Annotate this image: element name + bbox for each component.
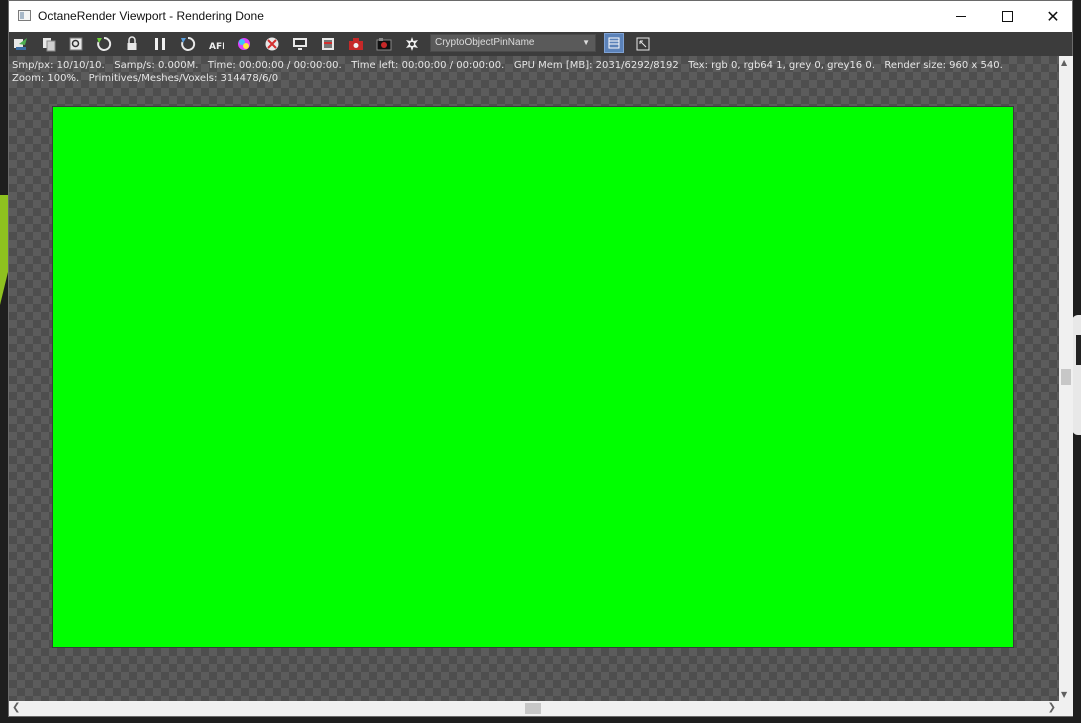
app-window-icon bbox=[18, 10, 31, 21]
stats-line-2: Zoom: 100%. Primitives/Meshes/Voxels: 31… bbox=[12, 72, 279, 84]
camera-icon[interactable] bbox=[348, 36, 364, 52]
render-statistics: Smp/px: 10/10/10. Samp/s: 0.000M. Time: … bbox=[12, 60, 1003, 85]
octane-viewport-window: OctaneRender Viewport - Rendering Done ✕… bbox=[8, 0, 1073, 717]
maximize-button[interactable] bbox=[984, 1, 1030, 32]
render-viewport[interactable]: Smp/px: 10/10/10. Samp/s: 0.000M. Time: … bbox=[9, 56, 1059, 701]
close-button[interactable]: ✕ bbox=[1030, 1, 1076, 32]
color-picker-icon[interactable] bbox=[236, 36, 252, 52]
render-passes-icon bbox=[608, 37, 620, 49]
window-title: OctaneRender Viewport - Rendering Done bbox=[38, 9, 264, 23]
scrollbar-corner bbox=[1059, 701, 1073, 716]
scroll-right-icon[interactable]: ❯ bbox=[1048, 702, 1056, 713]
crypto-select-value: CryptoObjectPinName bbox=[435, 37, 535, 48]
viewport-toolbar: AFI CryptoObjectPinName ▼ bbox=[9, 32, 1072, 56]
pause-icon[interactable] bbox=[152, 36, 168, 52]
vertical-scrollbar[interactable]: ▲ ▼ bbox=[1059, 56, 1073, 701]
horizontal-scroll-thumb[interactable] bbox=[525, 703, 541, 714]
save-image-icon[interactable] bbox=[376, 36, 392, 52]
afi-icon[interactable]: AFI bbox=[208, 36, 224, 52]
scroll-left-icon[interactable]: ❮ bbox=[12, 702, 20, 713]
load-scene-icon[interactable] bbox=[41, 36, 57, 52]
minimize-icon bbox=[956, 16, 966, 17]
chevron-down-icon: ▼ bbox=[582, 38, 590, 47]
reset-icon[interactable] bbox=[180, 36, 196, 52]
send-scene-icon[interactable] bbox=[13, 36, 29, 52]
settings-gear-icon[interactable] bbox=[404, 36, 420, 52]
close-icon: ✕ bbox=[1046, 6, 1060, 26]
render-passes-button[interactable] bbox=[604, 33, 624, 53]
film-strip-icon[interactable] bbox=[320, 36, 336, 52]
lock-icon[interactable] bbox=[124, 36, 140, 52]
title-bar[interactable]: OctaneRender Viewport - Rendering Done ✕ bbox=[9, 1, 1072, 33]
horizontal-scrollbar[interactable]: ❮ ❯ bbox=[9, 701, 1059, 716]
stats-line-1: Smp/px: 10/10/10. Samp/s: 0.000M. Time: … bbox=[12, 60, 1003, 71]
restart-render-icon[interactable] bbox=[96, 36, 112, 52]
region-render-icon[interactable] bbox=[264, 36, 280, 52]
scroll-up-icon[interactable]: ▲ bbox=[1061, 58, 1067, 67]
maximize-icon bbox=[1001, 11, 1013, 22]
minimize-button[interactable] bbox=[938, 1, 984, 32]
zoom-icon[interactable] bbox=[68, 36, 84, 52]
svg-text:AFI: AFI bbox=[209, 42, 224, 52]
desktop-background-shape bbox=[1076, 335, 1081, 365]
rendered-image[interactable] bbox=[53, 107, 1013, 647]
desktop-background-shape bbox=[1072, 315, 1081, 435]
vertical-scroll-thumb[interactable] bbox=[1061, 369, 1071, 385]
scroll-down-icon[interactable]: ▼ bbox=[1061, 690, 1067, 699]
fit-view-icon[interactable] bbox=[635, 36, 651, 52]
monitor-icon[interactable] bbox=[292, 36, 308, 52]
crypto-pass-select[interactable]: CryptoObjectPinName ▼ bbox=[430, 34, 596, 52]
